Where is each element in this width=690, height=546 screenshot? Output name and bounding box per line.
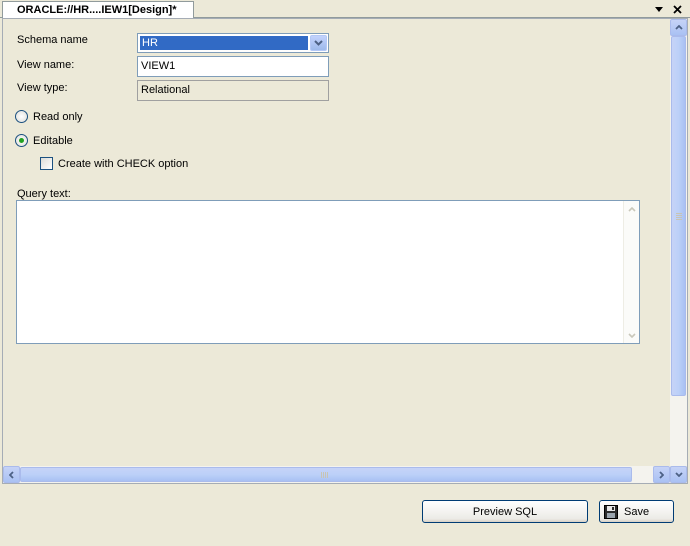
read-only-radio[interactable] xyxy=(15,110,28,123)
designer-panel: Schema name HR View name: VIEW1 View typ… xyxy=(2,18,688,484)
document-tab-title: ORACLE://HR....IEW1[Design]* xyxy=(17,4,177,16)
save-button[interactable]: Save xyxy=(599,500,674,523)
editable-label[interactable]: Editable xyxy=(33,135,73,147)
scroll-up-icon[interactable] xyxy=(670,19,687,36)
tab-list-dropdown-icon[interactable] xyxy=(652,2,666,16)
close-icon[interactable] xyxy=(670,2,684,16)
query-scrollbar[interactable] xyxy=(623,201,639,343)
horizontal-scrollbar[interactable] xyxy=(3,466,670,483)
view-name-label: View name: xyxy=(17,59,75,71)
vertical-scroll-thumb[interactable] xyxy=(671,36,686,396)
view-type-field: Relational xyxy=(137,80,329,101)
chevron-up-icon[interactable] xyxy=(624,201,639,217)
floppy-disk-icon xyxy=(604,504,618,519)
radio-selected-dot xyxy=(19,138,24,143)
check-option-label[interactable]: Create with CHECK option xyxy=(58,158,188,170)
scroll-down-icon[interactable] xyxy=(670,466,687,483)
view-name-input[interactable]: VIEW1 xyxy=(137,56,329,77)
save-label: Save xyxy=(624,505,650,518)
view-type-label: View type: xyxy=(17,82,68,94)
horizontal-scroll-thumb[interactable] xyxy=(20,467,632,482)
editable-radio[interactable] xyxy=(15,134,28,147)
read-only-label[interactable]: Read only xyxy=(33,111,83,123)
query-text-label: Query text: xyxy=(17,188,71,200)
chevron-down-icon[interactable] xyxy=(310,35,327,51)
chevron-down-icon[interactable] xyxy=(624,327,639,343)
preview-sql-label: Preview SQL xyxy=(472,505,538,518)
schema-name-label: Schema name xyxy=(17,34,88,46)
scrollbar-corner xyxy=(670,466,687,483)
check-option-checkbox[interactable] xyxy=(40,157,53,170)
document-tab-strip: ORACLE://HR....IEW1[Design]* xyxy=(0,0,690,19)
preview-sql-button[interactable]: Preview SQL xyxy=(422,500,588,523)
schema-name-combobox[interactable]: HR xyxy=(137,33,329,53)
scroll-left-icon[interactable] xyxy=(3,466,20,483)
document-tab[interactable]: ORACLE://HR....IEW1[Design]* xyxy=(2,1,194,19)
scroll-right-icon[interactable] xyxy=(653,466,670,483)
query-text-area[interactable] xyxy=(16,200,640,344)
schema-name-value: HR xyxy=(140,36,308,50)
vertical-scrollbar[interactable] xyxy=(670,19,687,467)
